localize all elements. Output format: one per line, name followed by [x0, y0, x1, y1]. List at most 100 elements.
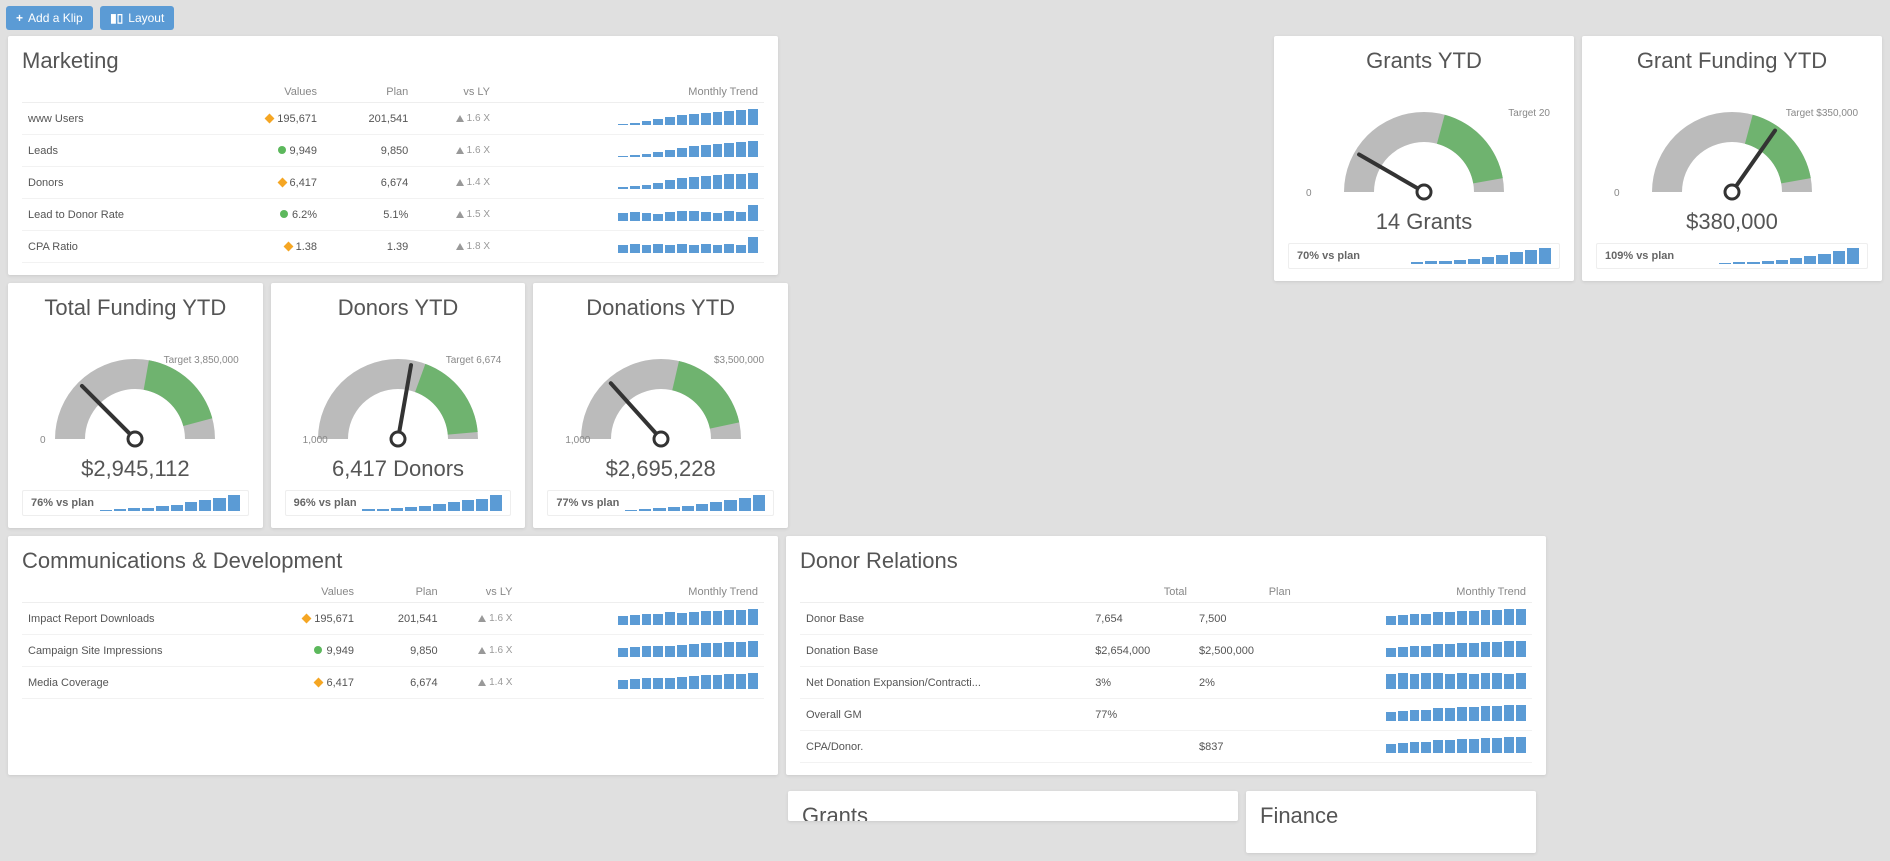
gauge-target-label: Target $350,000 [1786, 108, 1858, 119]
column-header: vs LY [414, 82, 496, 103]
layout-icon: ▮▯ [110, 11, 123, 25]
column-header: vs LY [444, 582, 519, 603]
circle-indicator-icon [314, 646, 322, 654]
gauge-chart [1314, 82, 1534, 212]
pct-vs-plan: 96% vs plan [294, 497, 357, 509]
plan-cell: 201,541 [323, 103, 414, 135]
sparkline [1386, 705, 1526, 721]
grant-funding-klip[interactable]: Grant Funding YTD Target $350,000 0 $380… [1582, 36, 1882, 281]
up-triangle-icon [456, 147, 464, 154]
plan-cell: 2% [1193, 667, 1297, 699]
table-row: CPA Ratio1.381.391.8 X [22, 231, 764, 263]
plan-cell: 5.1% [323, 199, 414, 231]
total-cell: 3% [1089, 667, 1193, 699]
sparkline [618, 141, 758, 157]
trend-cell [496, 199, 764, 231]
table-row: CPA/Donor.$837 [800, 731, 1532, 763]
donations-klip[interactable]: Donations YTD $3,500,000 1,000 $2,695,22… [533, 283, 788, 528]
vsly-cell: 1.5 X [414, 199, 496, 231]
diamond-indicator-icon [283, 241, 293, 251]
sparkline [1386, 641, 1526, 657]
up-triangle-icon [478, 647, 486, 654]
plan-cell: $837 [1193, 731, 1297, 763]
sparkline [1411, 248, 1551, 264]
add-klip-label: Add a Klip [28, 11, 83, 25]
value-cell: 6.2% [212, 199, 323, 231]
klip-title: Grants [802, 803, 1224, 821]
gauge-min-label: 0 [1614, 188, 1620, 199]
table-row: Campaign Site Impressions9,9499,8501.6 X [22, 635, 764, 667]
klip-title: Grants YTD [1288, 48, 1560, 74]
layout-label: Layout [128, 11, 164, 25]
table-row: Donation Base$2,654,000$2,500,000 [800, 635, 1532, 667]
comm-dev-klip[interactable]: Communications & Development ValuesPlanv… [8, 536, 778, 775]
value-cell: 195,671 [212, 103, 323, 135]
plan-cell: $2,500,000 [1193, 635, 1297, 667]
gauge-footer: 109% vs plan [1596, 243, 1868, 269]
column-header [22, 82, 212, 103]
gauge-wrap: Target 6,674 1,000 6,417 Donors [285, 329, 512, 482]
table-row: Impact Report Downloads195,671201,5411.6… [22, 603, 764, 635]
grants-klip-partial[interactable]: Grants [788, 791, 1238, 821]
column-header [22, 582, 259, 603]
vsly-cell: 1.6 X [444, 603, 519, 635]
table-row: Net Donation Expansion/Contracti...3%2% [800, 667, 1532, 699]
sparkline [618, 173, 758, 189]
value-cell: 195,671 [259, 603, 360, 635]
sparkline [1386, 673, 1526, 689]
value-cell: 6,417 [212, 167, 323, 199]
sparkline [618, 205, 758, 221]
pct-vs-plan: 77% vs plan [556, 497, 619, 509]
marketing-table: ValuesPlanvs LYMonthly Trend www Users19… [22, 82, 764, 263]
gauge-footer: 70% vs plan [1288, 243, 1560, 269]
klip-title: Communications & Development [22, 548, 764, 574]
grants-ytd-klip[interactable]: Grants YTD Target 20 0 14 Grants 70% vs … [1274, 36, 1574, 281]
trend-cell [496, 167, 764, 199]
table-row: Media Coverage6,4176,6741.4 X [22, 667, 764, 699]
plan-cell [1193, 699, 1297, 731]
gauge-footer: 96% vs plan [285, 490, 512, 516]
pct-vs-plan: 109% vs plan [1605, 250, 1674, 262]
gauge-value: 6,417 Donors [285, 456, 512, 482]
total-funding-klip[interactable]: Total Funding YTD Target 3,850,000 0 $2,… [8, 283, 263, 528]
sparkline [1719, 248, 1859, 264]
layout-button[interactable]: ▮▯ Layout [100, 6, 174, 30]
trend-cell [1297, 699, 1532, 731]
table-row: Donor Base7,6547,500 [800, 603, 1532, 635]
klip-title: Grant Funding YTD [1596, 48, 1868, 74]
vsly-cell: 1.8 X [414, 231, 496, 263]
plan-cell: 9,850 [360, 635, 444, 667]
up-triangle-icon [456, 211, 464, 218]
sparkline [618, 641, 758, 657]
value-cell: 9,949 [259, 635, 360, 667]
column-header [800, 582, 1089, 603]
add-klip-button[interactable]: + Add a Klip [6, 6, 93, 30]
pct-vs-plan: 70% vs plan [1297, 250, 1360, 262]
column-header: Monthly Trend [1297, 582, 1532, 603]
total-cell: 77% [1089, 699, 1193, 731]
donor-rel-table: TotalPlanMonthly Trend Donor Base7,6547,… [800, 582, 1532, 763]
value-cell: 6,417 [259, 667, 360, 699]
gauge-chart [1622, 82, 1842, 212]
donor-relations-klip[interactable]: Donor Relations TotalPlanMonthly Trend D… [786, 536, 1546, 775]
circle-indicator-icon [280, 210, 288, 218]
row-label: Overall GM [800, 699, 1089, 731]
row-label: Net Donation Expansion/Contracti... [800, 667, 1089, 699]
table-row: Donors6,4176,6741.4 X [22, 167, 764, 199]
total-cell [1089, 731, 1193, 763]
gauge-chart [25, 329, 245, 459]
donors-klip[interactable]: Donors YTD Target 6,674 1,000 6,417 Dono… [271, 283, 526, 528]
diamond-indicator-icon [302, 613, 312, 623]
sparkline [1386, 737, 1526, 753]
circle-indicator-icon [278, 146, 286, 154]
row-label: Donation Base [800, 635, 1089, 667]
row-label: Media Coverage [22, 667, 259, 699]
klip-title: Finance [1260, 803, 1522, 833]
finance-klip-partial[interactable]: Finance [1246, 791, 1536, 853]
trend-cell [1297, 731, 1532, 763]
up-triangle-icon [456, 179, 464, 186]
marketing-klip[interactable]: Marketing ValuesPlanvs LYMonthly Trend w… [8, 36, 778, 275]
gauge-min-label: 0 [40, 435, 46, 446]
row-label: Lead to Donor Rate [22, 199, 212, 231]
gauge-value: $380,000 [1596, 209, 1868, 235]
